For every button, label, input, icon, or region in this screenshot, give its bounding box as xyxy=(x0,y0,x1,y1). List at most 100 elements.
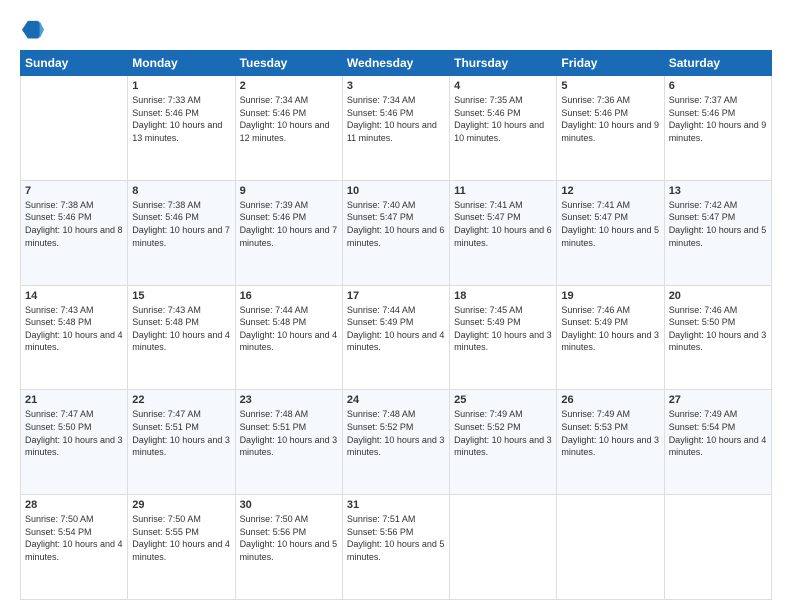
day-number: 23 xyxy=(240,394,338,406)
day-info: Sunrise: 7:42 AM Sunset: 5:47 PM Dayligh… xyxy=(669,199,767,249)
day-number: 16 xyxy=(240,290,338,302)
day-info: Sunrise: 7:48 AM Sunset: 5:52 PM Dayligh… xyxy=(347,408,445,458)
logo xyxy=(20,18,44,40)
day-info: Sunrise: 7:37 AM Sunset: 5:46 PM Dayligh… xyxy=(669,94,767,144)
day-info: Sunrise: 7:51 AM Sunset: 5:56 PM Dayligh… xyxy=(347,513,445,563)
weekday-header-tuesday: Tuesday xyxy=(235,51,342,76)
day-number: 4 xyxy=(454,80,552,92)
calendar-cell: 30 Sunrise: 7:50 AM Sunset: 5:56 PM Dayli… xyxy=(235,495,342,600)
calendar-cell: 15Sunrise: 7:43 AM Sunset: 5:48 PM Dayli… xyxy=(128,285,235,390)
day-number: 19 xyxy=(561,290,659,302)
calendar-cell: 26 Sunrise: 7:49 AM Sunset: 5:53 PM Dayli… xyxy=(557,390,664,495)
calendar-cell: 17Sunrise: 7:44 AM Sunset: 5:49 PM Dayli… xyxy=(342,285,449,390)
day-number: 11 xyxy=(454,185,552,197)
calendar-cell: 9 Sunrise: 7:39 AM Sunset: 5:46 PM Daylig… xyxy=(235,180,342,285)
day-number: 7 xyxy=(25,185,123,197)
week-row-5: 28 Sunrise: 7:50 AM Sunset: 5:54 PM Dayli… xyxy=(21,495,772,600)
day-number: 2 xyxy=(240,80,338,92)
weekday-header-wednesday: Wednesday xyxy=(342,51,449,76)
day-info: Sunrise: 7:50 AM Sunset: 5:54 PM Dayligh… xyxy=(25,513,123,563)
day-info: Sunrise: 7:33 AM Sunset: 5:46 PM Dayligh… xyxy=(132,94,230,144)
day-number: 13 xyxy=(669,185,767,197)
day-number: 20 xyxy=(669,290,767,302)
day-number: 24 xyxy=(347,394,445,406)
header xyxy=(20,18,772,40)
calendar-cell: 22 Sunrise: 7:47 AM Sunset: 5:51 PM Dayli… xyxy=(128,390,235,495)
calendar: SundayMondayTuesdayWednesdayThursdayFrid… xyxy=(20,50,772,600)
calendar-cell: 28 Sunrise: 7:50 AM Sunset: 5:54 PM Dayli… xyxy=(21,495,128,600)
calendar-cell: 16 Sunrise: 7:44 AM Sunset: 5:48 PM Dayli… xyxy=(235,285,342,390)
calendar-cell: 14 Sunrise: 7:43 AM Sunset: 5:48 PM Dayli… xyxy=(21,285,128,390)
weekday-header-row: SundayMondayTuesdayWednesdayThursdayFrid… xyxy=(21,51,772,76)
week-row-3: 14 Sunrise: 7:43 AM Sunset: 5:48 PM Dayli… xyxy=(21,285,772,390)
day-info: Sunrise: 7:36 AM Sunset: 5:46 PM Dayligh… xyxy=(561,94,659,144)
calendar-cell: 18Sunrise: 7:45 AM Sunset: 5:49 PM Dayli… xyxy=(450,285,557,390)
calendar-cell: 21Sunrise: 7:47 AM Sunset: 5:50 PM Dayli… xyxy=(21,390,128,495)
calendar-cell: 23 Sunrise: 7:48 AM Sunset: 5:51 PM Dayli… xyxy=(235,390,342,495)
page: SundayMondayTuesdayWednesdayThursdayFrid… xyxy=(0,0,792,612)
calendar-cell: 2 Sunrise: 7:34 AM Sunset: 5:46 PM Daylig… xyxy=(235,76,342,181)
day-info: Sunrise: 7:50 AM Sunset: 5:56 PM Dayligh… xyxy=(240,513,338,563)
week-row-2: 7Sunrise: 7:38 AM Sunset: 5:46 PM Daylig… xyxy=(21,180,772,285)
day-info: Sunrise: 7:44 AM Sunset: 5:49 PM Dayligh… xyxy=(347,304,445,354)
day-info: Sunrise: 7:49 AM Sunset: 5:53 PM Dayligh… xyxy=(561,408,659,458)
calendar-cell: 27 Sunrise: 7:49 AM Sunset: 5:54 PM Dayli… xyxy=(664,390,771,495)
day-number: 18 xyxy=(454,290,552,302)
day-number: 12 xyxy=(561,185,659,197)
calendar-cell: 25Sunrise: 7:49 AM Sunset: 5:52 PM Dayli… xyxy=(450,390,557,495)
generalblue-icon xyxy=(22,18,44,40)
week-row-1: 1 Sunrise: 7:33 AM Sunset: 5:46 PM Daylig… xyxy=(21,76,772,181)
day-info: Sunrise: 7:49 AM Sunset: 5:54 PM Dayligh… xyxy=(669,408,767,458)
day-info: Sunrise: 7:41 AM Sunset: 5:47 PM Dayligh… xyxy=(454,199,552,249)
day-number: 9 xyxy=(240,185,338,197)
calendar-cell: 6 Sunrise: 7:37 AM Sunset: 5:46 PM Daylig… xyxy=(664,76,771,181)
day-number: 26 xyxy=(561,394,659,406)
weekday-header-sunday: Sunday xyxy=(21,51,128,76)
day-number: 30 xyxy=(240,499,338,511)
day-info: Sunrise: 7:35 AM Sunset: 5:46 PM Dayligh… xyxy=(454,94,552,144)
day-info: Sunrise: 7:44 AM Sunset: 5:48 PM Dayligh… xyxy=(240,304,338,354)
calendar-cell: 31 Sunrise: 7:51 AM Sunset: 5:56 PM Dayli… xyxy=(342,495,449,600)
day-number: 25 xyxy=(454,394,552,406)
calendar-cell: 29 Sunrise: 7:50 AM Sunset: 5:55 PM Dayli… xyxy=(128,495,235,600)
day-number: 1 xyxy=(132,80,230,92)
calendar-cell: 11 Sunrise: 7:41 AM Sunset: 5:47 PM Dayli… xyxy=(450,180,557,285)
weekday-header-monday: Monday xyxy=(128,51,235,76)
calendar-cell xyxy=(21,76,128,181)
day-number: 8 xyxy=(132,185,230,197)
calendar-cell: 20 Sunrise: 7:46 AM Sunset: 5:50 PM Dayli… xyxy=(664,285,771,390)
day-info: Sunrise: 7:47 AM Sunset: 5:51 PM Dayligh… xyxy=(132,408,230,458)
day-number: 6 xyxy=(669,80,767,92)
day-number: 31 xyxy=(347,499,445,511)
day-info: Sunrise: 7:43 AM Sunset: 5:48 PM Dayligh… xyxy=(25,304,123,354)
day-number: 10 xyxy=(347,185,445,197)
calendar-cell xyxy=(450,495,557,600)
calendar-cell: 13 Sunrise: 7:42 AM Sunset: 5:47 PM Dayli… xyxy=(664,180,771,285)
day-number: 3 xyxy=(347,80,445,92)
day-number: 29 xyxy=(132,499,230,511)
day-number: 28 xyxy=(25,499,123,511)
weekday-header-thursday: Thursday xyxy=(450,51,557,76)
weekday-header-friday: Friday xyxy=(557,51,664,76)
day-info: Sunrise: 7:48 AM Sunset: 5:51 PM Dayligh… xyxy=(240,408,338,458)
calendar-cell: 4 Sunrise: 7:35 AM Sunset: 5:46 PM Daylig… xyxy=(450,76,557,181)
day-info: Sunrise: 7:40 AM Sunset: 5:47 PM Dayligh… xyxy=(347,199,445,249)
calendar-cell: 24 Sunrise: 7:48 AM Sunset: 5:52 PM Dayli… xyxy=(342,390,449,495)
calendar-cell: 3 Sunrise: 7:34 AM Sunset: 5:46 PM Daylig… xyxy=(342,76,449,181)
calendar-cell xyxy=(557,495,664,600)
day-info: Sunrise: 7:41 AM Sunset: 5:47 PM Dayligh… xyxy=(561,199,659,249)
calendar-cell: 19 Sunrise: 7:46 AM Sunset: 5:49 PM Dayli… xyxy=(557,285,664,390)
calendar-cell: 12 Sunrise: 7:41 AM Sunset: 5:47 PM Dayli… xyxy=(557,180,664,285)
day-number: 14 xyxy=(25,290,123,302)
day-info: Sunrise: 7:46 AM Sunset: 5:50 PM Dayligh… xyxy=(669,304,767,354)
day-info: Sunrise: 7:46 AM Sunset: 5:49 PM Dayligh… xyxy=(561,304,659,354)
day-info: Sunrise: 7:39 AM Sunset: 5:46 PM Dayligh… xyxy=(240,199,338,249)
calendar-cell: 8Sunrise: 7:38 AM Sunset: 5:46 PM Daylig… xyxy=(128,180,235,285)
day-info: Sunrise: 7:34 AM Sunset: 5:46 PM Dayligh… xyxy=(347,94,445,144)
day-number: 27 xyxy=(669,394,767,406)
day-info: Sunrise: 7:43 AM Sunset: 5:48 PM Dayligh… xyxy=(132,304,230,354)
day-info: Sunrise: 7:34 AM Sunset: 5:46 PM Dayligh… xyxy=(240,94,338,144)
day-info: Sunrise: 7:50 AM Sunset: 5:55 PM Dayligh… xyxy=(132,513,230,563)
day-number: 22 xyxy=(132,394,230,406)
day-number: 5 xyxy=(561,80,659,92)
